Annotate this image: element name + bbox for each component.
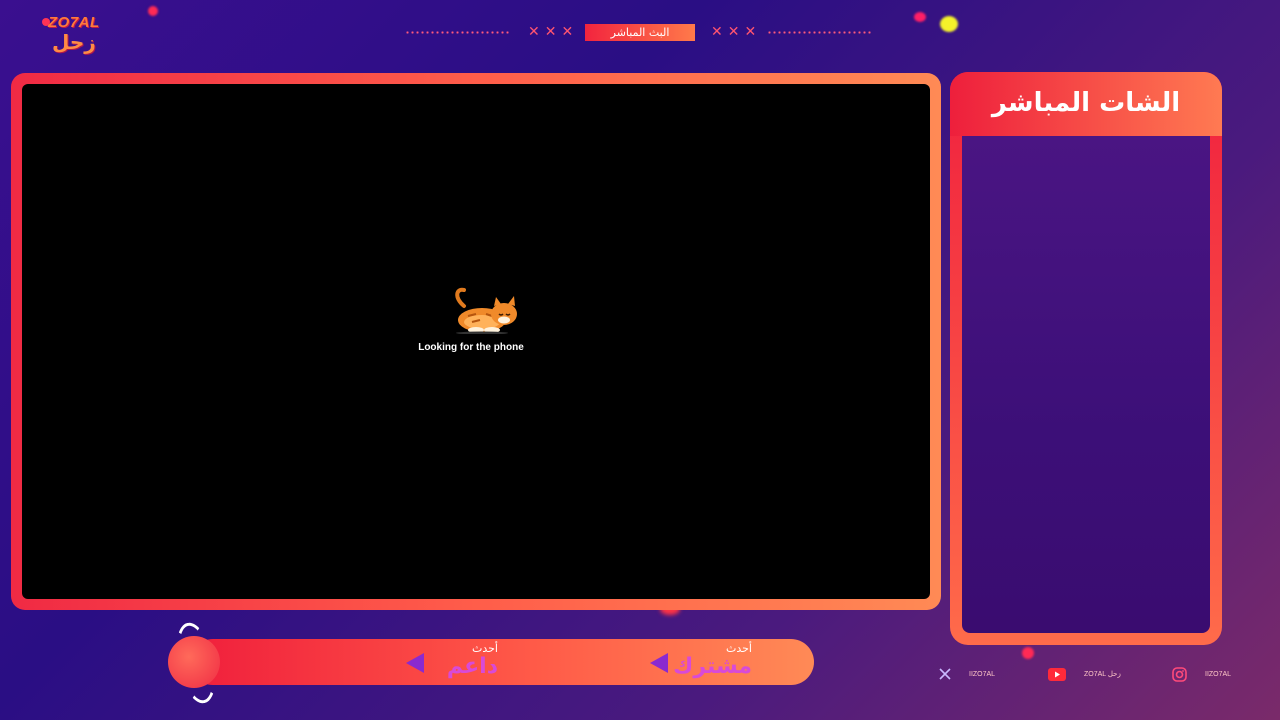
glow-dot	[940, 16, 958, 32]
glow-dot	[148, 6, 158, 16]
supporter-arrow-icon	[406, 653, 424, 673]
social-x[interactable]: IIZO7AL	[939, 666, 995, 682]
top-dotted-line-left	[405, 31, 511, 34]
glow-dot	[1022, 647, 1034, 659]
social-youtube[interactable]: ZO7AL زحل	[1048, 666, 1121, 682]
instagram-icon	[1172, 666, 1187, 682]
chat-panel: الشات المباشر	[950, 72, 1222, 645]
sleeping-cat-icon	[455, 287, 517, 334]
latest-supporter-value: داعم	[446, 654, 498, 679]
social-instagram[interactable]: IIZO7AL	[1172, 666, 1231, 682]
x-marks-right: ✕✕✕	[711, 24, 762, 40]
social-x-label: IIZO7AL	[969, 670, 996, 678]
video-frame: Looking for the phone	[11, 73, 941, 610]
top-dotted-line-right	[767, 31, 873, 34]
logo-arabic-text: زحل	[52, 30, 96, 54]
youtube-icon	[1048, 667, 1066, 681]
video-area[interactable]: Looking for the phone	[22, 84, 930, 599]
brand-logo: ZO7AL زحل	[42, 12, 104, 58]
latest-subscriber-value: مشترك	[673, 654, 752, 679]
live-stream-tag: البث المباشر	[585, 24, 695, 41]
x-icon	[939, 668, 951, 680]
glow-dot	[914, 12, 926, 22]
chat-header: الشات المباشر	[950, 72, 1222, 136]
social-youtube-label: ZO7AL زحل	[1084, 671, 1121, 678]
video-status-caption: Looking for the phone	[418, 342, 524, 353]
subscriber-arrow-icon	[650, 653, 668, 673]
social-instagram-label: IIZO7AL	[1205, 670, 1232, 678]
latest-supporter: أحدث داعم	[430, 643, 498, 679]
logo-latin-text: ZO7AL	[48, 14, 100, 31]
x-marks-left: ✕✕✕	[528, 24, 579, 40]
chat-body[interactable]	[962, 136, 1210, 633]
latest-subscriber: أحدث مشترك	[672, 643, 752, 679]
chat-title: الشات المباشر	[991, 88, 1181, 118]
planet-ring-icon	[169, 619, 223, 707]
